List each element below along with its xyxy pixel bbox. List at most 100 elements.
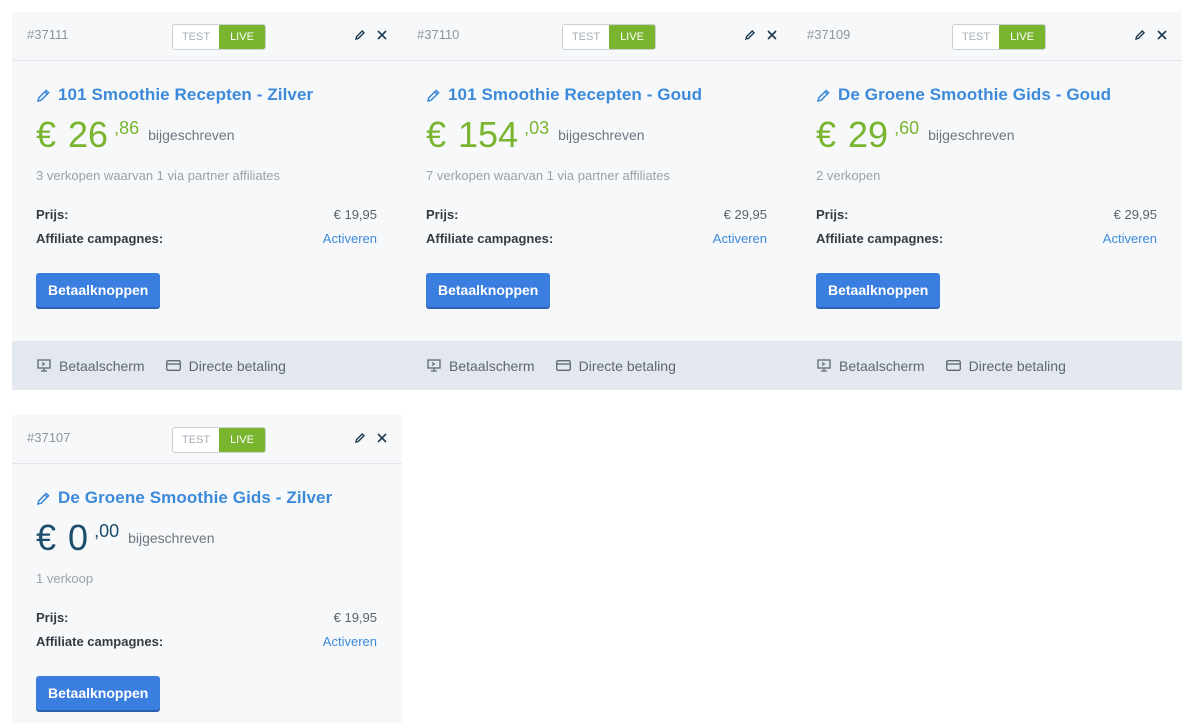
checkout-screen-label: Betaalscherm	[839, 357, 925, 374]
pencil-icon[interactable]	[354, 28, 366, 40]
direct-payment-label: Directe betaling	[968, 357, 1066, 374]
close-icon[interactable]	[376, 431, 388, 443]
sales-summary: 2 verkopen	[816, 168, 881, 183]
pencil-icon[interactable]	[36, 491, 51, 506]
amount-cents: ,86	[114, 118, 140, 138]
card-footer: Betaalscherm Directe betaling	[792, 341, 1182, 390]
price-label: Prijs:	[36, 207, 69, 222]
amount-whole: 29	[848, 114, 889, 155]
close-icon[interactable]	[376, 28, 388, 40]
live-toggle-option[interactable]: LIVE	[609, 25, 655, 49]
credited-label: bijgeschreven	[148, 127, 235, 143]
affiliate-row: Affiliate campagnes: Activeren	[426, 227, 767, 251]
credit-card-icon	[555, 360, 571, 371]
card-header: #37110 TEST LIVE	[402, 12, 792, 61]
activate-affiliate-link[interactable]: Activeren	[323, 227, 377, 251]
pencil-icon[interactable]	[426, 88, 441, 103]
card-header: #37109 TEST LIVE	[792, 12, 1182, 61]
price-value: € 19,95	[333, 610, 377, 625]
affiliate-label: Affiliate campagnes:	[36, 634, 164, 649]
payment-buttons-button[interactable]: Betaalknoppen	[36, 676, 161, 710]
monitor-icon	[817, 359, 831, 372]
affiliate-label: Affiliate campagnes:	[816, 231, 944, 246]
price-row: Prijs: € 29,95	[816, 203, 1157, 227]
test-live-toggle[interactable]: TEST LIVE	[562, 24, 656, 50]
currency-symbol: €	[426, 114, 447, 155]
amount-whole: 0	[68, 517, 89, 558]
test-toggle-option[interactable]: TEST	[563, 25, 609, 49]
product-id: #37109	[807, 27, 851, 42]
product-card: #37111 TEST LIVE 101 Smoothie Recepten -…	[12, 12, 402, 390]
test-toggle-option[interactable]: TEST	[953, 25, 999, 49]
monitor-icon	[37, 359, 51, 372]
credit-card-icon	[165, 360, 181, 371]
affiliate-row: Affiliate campagnes: Activeren	[36, 227, 377, 251]
payment-buttons-button[interactable]: Betaalknoppen	[36, 273, 161, 307]
pencil-icon[interactable]	[354, 431, 366, 443]
test-toggle-option[interactable]: TEST	[173, 25, 219, 49]
product-title[interactable]: 101 Smoothie Recepten - Zilver	[58, 85, 313, 105]
checkout-screen-link[interactable]: Betaalscherm	[37, 358, 145, 374]
test-toggle-option[interactable]: TEST	[173, 428, 219, 452]
direct-payment-link[interactable]: Directe betaling	[555, 357, 676, 374]
product-title[interactable]: 101 Smoothie Recepten - Goud	[448, 85, 702, 105]
checkout-screen-link[interactable]: Betaalscherm	[427, 358, 535, 374]
amount-whole: 26	[68, 114, 109, 155]
price-value: € 19,95	[333, 207, 377, 222]
currency-symbol: €	[36, 517, 57, 558]
direct-payment-label: Directe betaling	[578, 357, 676, 374]
checkout-screen-label: Betaalscherm	[449, 357, 535, 374]
card-header: #37107 TEST LIVE	[12, 415, 402, 464]
card-footer: Betaalscherm Directe betaling	[12, 341, 402, 390]
price-value: € 29,95	[723, 207, 767, 222]
amount-cents: ,03	[524, 118, 550, 138]
pencil-icon[interactable]	[816, 88, 831, 103]
product-id: #37111	[27, 27, 69, 42]
credited-label: bijgeschreven	[128, 530, 215, 546]
price-value: € 29,95	[1113, 207, 1157, 222]
live-toggle-option[interactable]: LIVE	[219, 428, 265, 452]
revenue-amount: € 154 ,03 bijgeschreven	[426, 114, 767, 160]
payment-buttons-button[interactable]: Betaalknoppen	[816, 273, 941, 307]
product-card: #37107 TEST LIVE De Groene Smoothie Gids…	[12, 415, 402, 723]
affiliate-row: Affiliate campagnes: Activeren	[816, 227, 1157, 251]
direct-payment-label: Directe betaling	[188, 357, 286, 374]
product-card: #37109 TEST LIVE De Groene Smoothie Gids…	[792, 12, 1182, 390]
currency-symbol: €	[816, 114, 837, 155]
pencil-icon[interactable]	[744, 28, 756, 40]
live-toggle-option[interactable]: LIVE	[219, 25, 265, 49]
revenue-amount: € 0 ,00 bijgeschreven	[36, 517, 377, 563]
price-row: Prijs: € 29,95	[426, 203, 767, 227]
test-live-toggle[interactable]: TEST LIVE	[172, 427, 266, 453]
pencil-icon[interactable]	[1134, 28, 1146, 40]
checkout-screen-link[interactable]: Betaalscherm	[817, 358, 925, 374]
close-icon[interactable]	[766, 28, 778, 40]
credit-card-icon	[945, 360, 961, 371]
pencil-icon[interactable]	[36, 88, 51, 103]
credited-label: bijgeschreven	[928, 127, 1015, 143]
live-toggle-option[interactable]: LIVE	[999, 25, 1045, 49]
activate-affiliate-link[interactable]: Activeren	[323, 630, 377, 654]
product-title[interactable]: De Groene Smoothie Gids - Goud	[838, 85, 1111, 105]
close-icon[interactable]	[1156, 28, 1168, 40]
test-live-toggle[interactable]: TEST LIVE	[172, 24, 266, 50]
product-card: #37110 TEST LIVE 101 Smoothie Recepten -…	[402, 12, 792, 390]
payment-buttons-button[interactable]: Betaalknoppen	[426, 273, 551, 307]
direct-payment-link[interactable]: Directe betaling	[165, 357, 286, 374]
price-label: Prijs:	[426, 207, 459, 222]
direct-payment-link[interactable]: Directe betaling	[945, 357, 1066, 374]
price-label: Prijs:	[816, 207, 849, 222]
card-footer: Betaalscherm Directe betaling	[402, 341, 792, 390]
product-title[interactable]: De Groene Smoothie Gids - Zilver	[58, 488, 332, 508]
price-row: Prijs: € 19,95	[36, 203, 377, 227]
product-id: #37110	[417, 27, 460, 42]
activate-affiliate-link[interactable]: Activeren	[713, 227, 767, 251]
amount-whole: 154	[458, 114, 519, 155]
card-header: #37111 TEST LIVE	[12, 12, 402, 61]
test-live-toggle[interactable]: TEST LIVE	[952, 24, 1046, 50]
sales-summary: 3 verkopen waarvan 1 via partner affilia…	[36, 168, 281, 183]
currency-symbol: €	[36, 114, 57, 155]
activate-affiliate-link[interactable]: Activeren	[1103, 227, 1157, 251]
affiliate-row: Affiliate campagnes: Activeren	[36, 630, 377, 654]
affiliate-label: Affiliate campagnes:	[36, 231, 164, 246]
